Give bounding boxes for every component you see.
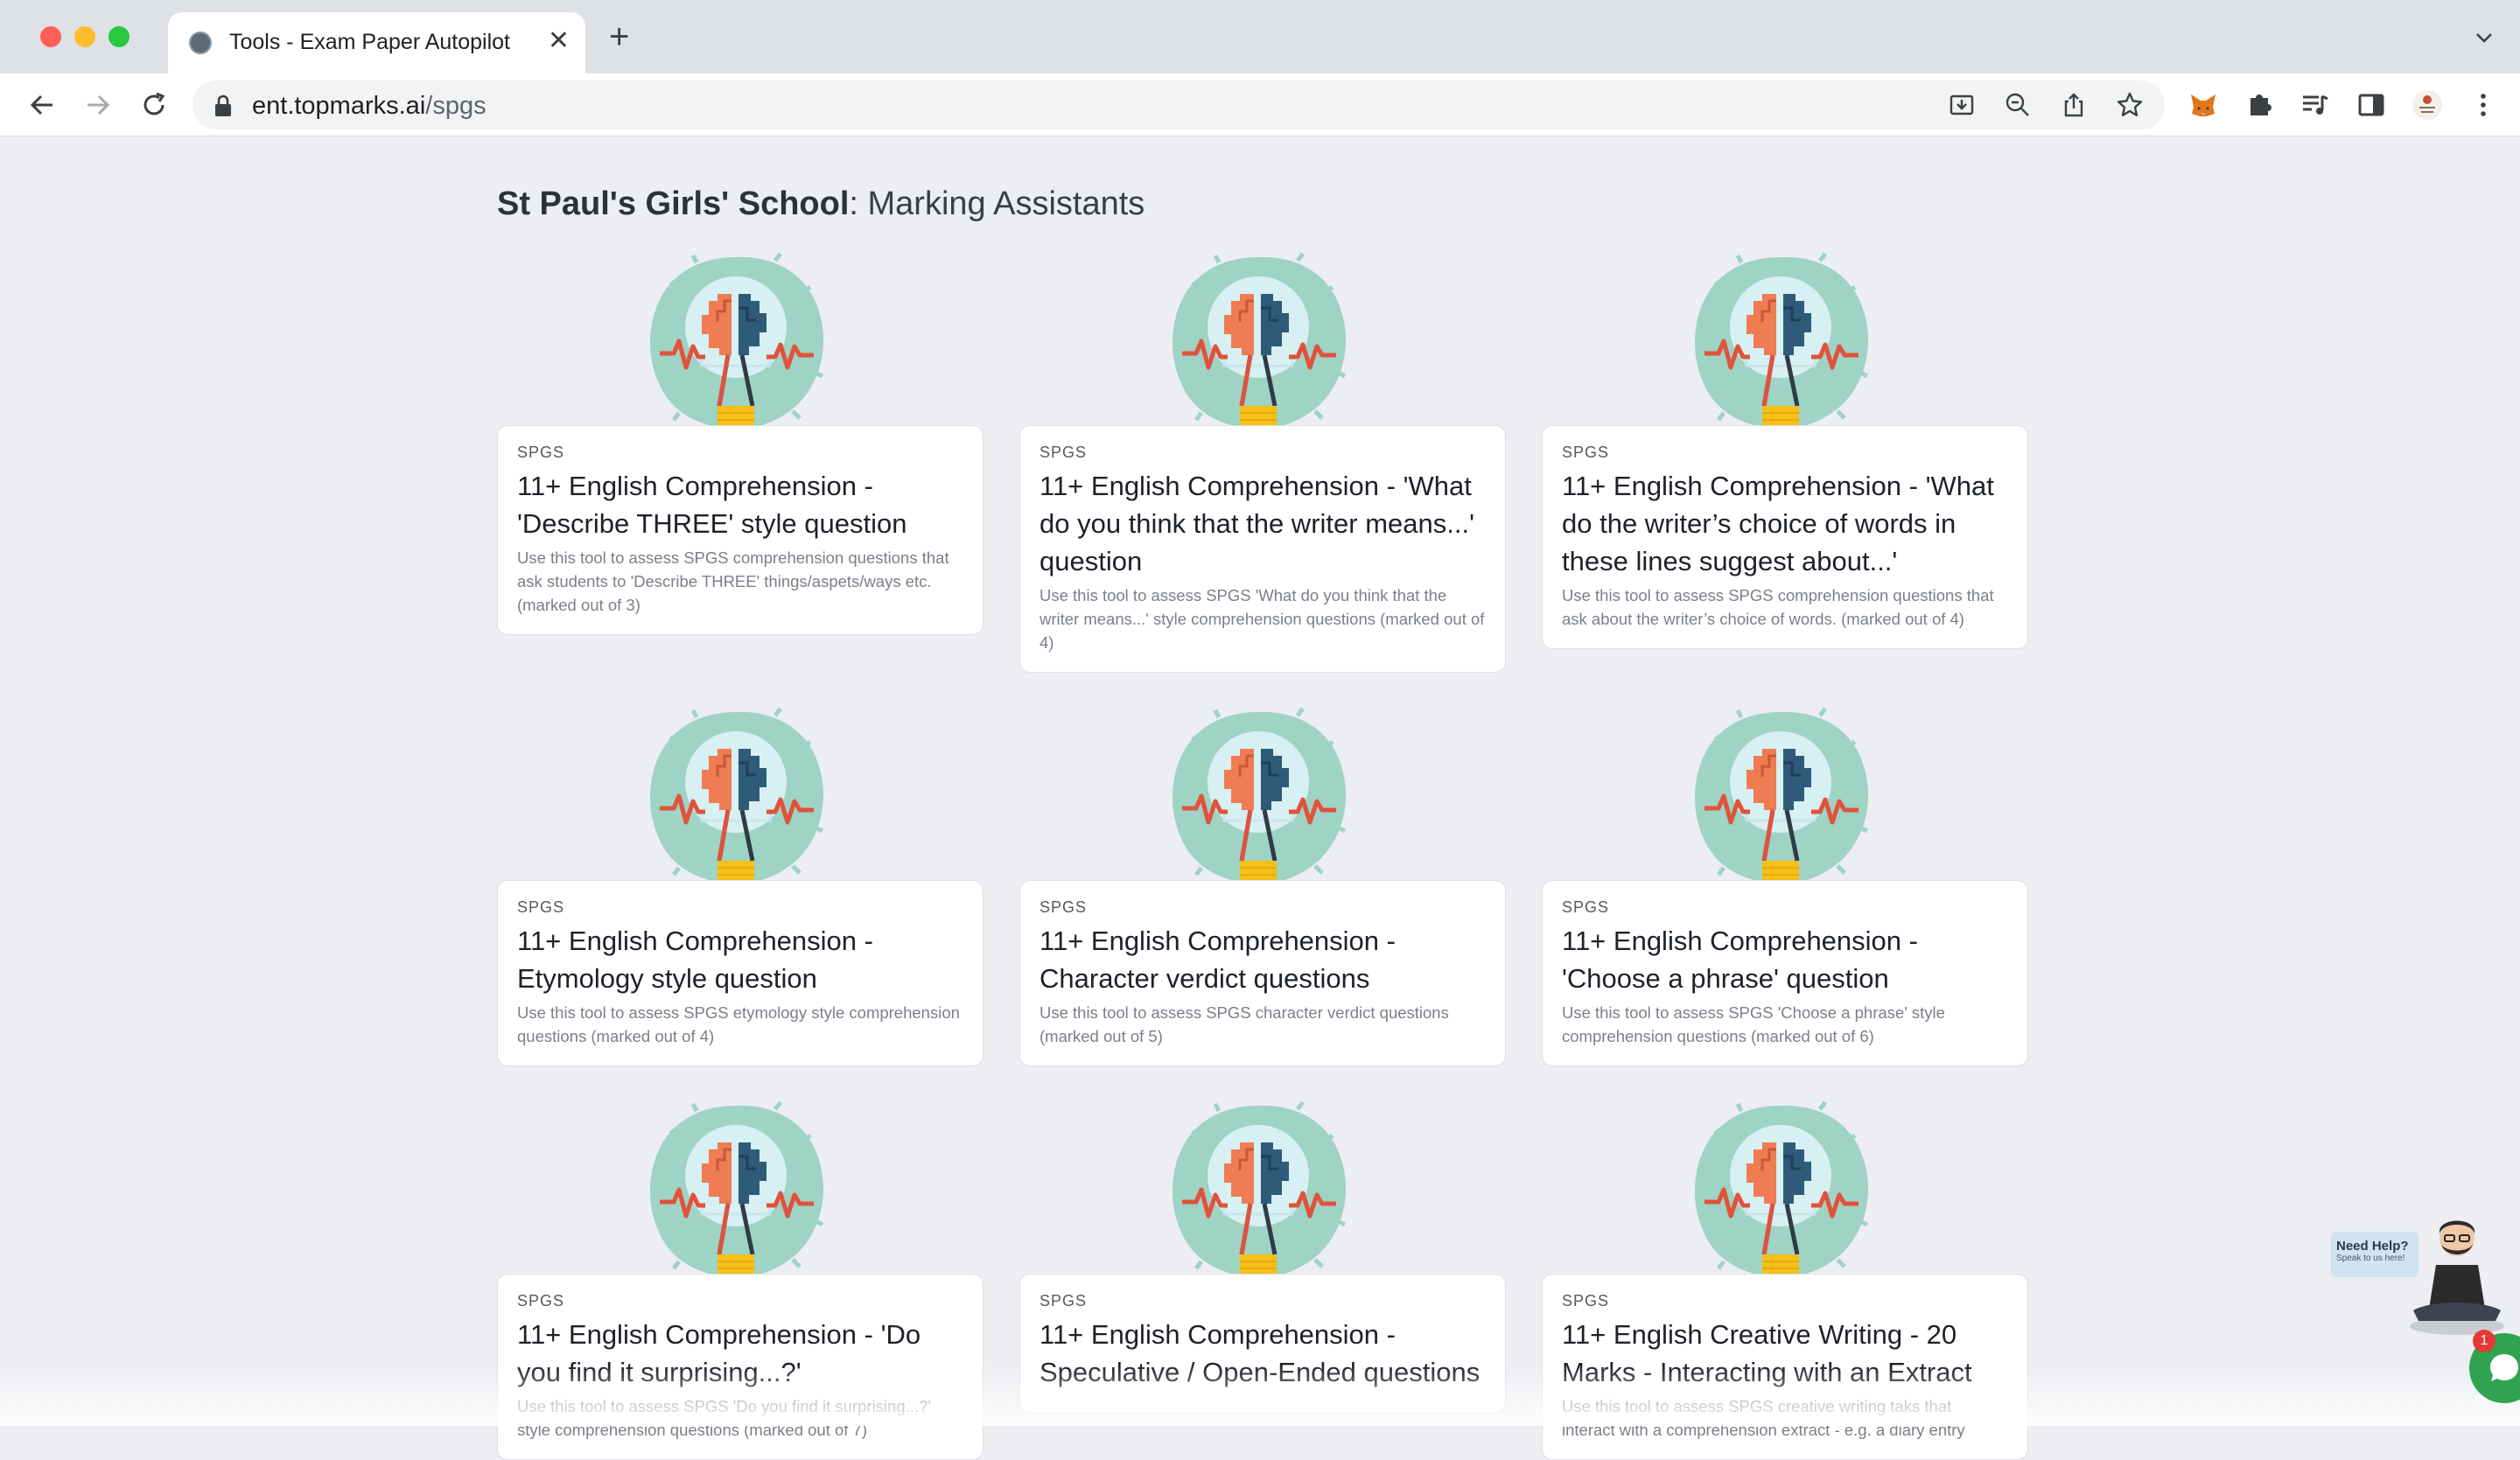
card-tag: SPGS xyxy=(1562,444,1610,461)
card-description: Use this tool to assess SPGS 'What do yo… xyxy=(1040,586,1485,652)
brain-lightbulb-icon xyxy=(1689,705,1872,889)
help-title: Need Help? xyxy=(2336,1239,2409,1254)
brain-lightbulb-icon xyxy=(1166,705,1350,889)
assistant-card[interactable]: SPGS 11+ English Comprehension - Charact… xyxy=(1019,880,1506,1066)
page-title: St Paul's Girls' School: Marking Assista… xyxy=(497,185,1144,223)
assistant-card[interactable]: SPGS 11+ English Comprehension - 'What d… xyxy=(1019,425,1506,673)
card-tag: SPGS xyxy=(517,898,565,916)
card-title[interactable]: 11+ English Comprehension - 'What do the… xyxy=(1562,467,2008,580)
card-title[interactable]: 11+ English Comprehension - 'What do you… xyxy=(1040,467,1486,580)
assistant-card[interactable]: SPGS 11+ English Comprehension - 'Choose… xyxy=(1542,880,2028,1066)
bottom-fade xyxy=(0,1365,2520,1426)
url-domain: ent.topmarks.ai xyxy=(252,92,426,120)
card-tag: SPGS xyxy=(1562,898,1610,916)
url-path: /spgs xyxy=(425,92,486,120)
page-title-suffix: : Marking Assistants xyxy=(849,185,1145,222)
brain-lightbulb-icon xyxy=(1166,1099,1350,1282)
card-description: Use this tool to assess SPGS 'Choose a p… xyxy=(1562,1003,1945,1045)
bookmark-star-icon[interactable] xyxy=(2116,91,2144,119)
card-tag: SPGS xyxy=(517,1292,565,1310)
brain-lightbulb-icon xyxy=(644,705,828,889)
card-description: Use this tool to assess SPGS etymology s… xyxy=(517,1003,960,1045)
assistant-card[interactable]: SPGS 11+ English Comprehension - Etymolo… xyxy=(497,880,984,1066)
card-title[interactable]: 11+ English Comprehension - 'Describe TH… xyxy=(517,467,963,542)
school-name: St Paul's Girls' School xyxy=(497,185,850,222)
lock-icon[interactable] xyxy=(214,94,233,117)
maximize-window-button[interactable] xyxy=(108,26,130,47)
reload-icon[interactable] xyxy=(138,89,170,121)
page-content: St Paul's Girls' School: Marking Assista… xyxy=(0,136,2520,1460)
chat-icon xyxy=(2490,1354,2518,1381)
card-tag: SPGS xyxy=(1040,444,1088,461)
profile-avatar-icon[interactable] xyxy=(2412,89,2443,121)
new-tab-button[interactable]: + xyxy=(609,19,629,54)
active-tab[interactable]: Tools - Exam Paper Autopilot ✕ xyxy=(168,12,585,73)
zoom-icon[interactable] xyxy=(2004,91,2032,119)
card-description: Use this tool to assess SPGS comprehensi… xyxy=(517,548,949,614)
assistant-card[interactable]: SPGS 11+ English Comprehension - 'Descri… xyxy=(497,425,984,635)
url-text[interactable]: ent.topmarks.ai/spgs xyxy=(252,92,486,121)
address-bar[interactable]: ent.topmarks.ai/spgs xyxy=(192,80,2165,129)
minimize-window-button[interactable] xyxy=(74,26,95,47)
unread-badge: 1 xyxy=(2473,1330,2496,1352)
brain-lightbulb-icon xyxy=(1689,1099,1872,1282)
card-tag: SPGS xyxy=(517,444,565,461)
brain-lightbulb-icon xyxy=(1689,250,1872,434)
support-agent-avatar[interactable] xyxy=(2404,1212,2510,1335)
tab-strip: Tools - Exam Paper Autopilot ✕ + xyxy=(0,0,2520,73)
tab-search-chevron-icon[interactable] xyxy=(2473,26,2496,49)
tab-title: Tools - Exam Paper Autopilot xyxy=(229,30,510,54)
card-tag: SPGS xyxy=(1562,1292,1610,1310)
browser-toolbar: ent.topmarks.ai/spgs xyxy=(0,73,2520,136)
card-title[interactable]: 11+ English Comprehension - 'Choose a ph… xyxy=(1562,922,2008,997)
brain-lightbulb-icon xyxy=(1166,250,1350,434)
share-icon[interactable] xyxy=(2060,91,2088,119)
close-window-button[interactable] xyxy=(40,26,61,47)
site-favicon-icon xyxy=(189,31,212,54)
brain-lightbulb-icon xyxy=(644,1099,828,1282)
extensions-puzzle-icon[interactable] xyxy=(2244,89,2275,121)
card-description: Use this tool to assess SPGS character v… xyxy=(1040,1003,1449,1045)
help-subtitle: Speak to us here! xyxy=(2336,1254,2405,1263)
brain-lightbulb-icon xyxy=(644,250,828,434)
card-title[interactable]: 11+ English Comprehension - Etymology st… xyxy=(517,922,963,997)
assistant-card[interactable]: SPGS 11+ English Comprehension - 'What d… xyxy=(1542,425,2028,649)
install-icon[interactable] xyxy=(1948,91,1976,119)
card-title[interactable]: 11+ English Comprehension - Character ve… xyxy=(1040,922,1486,997)
card-tag: SPGS xyxy=(1040,898,1088,916)
side-panel-icon[interactable] xyxy=(2356,89,2387,121)
reading-list-icon[interactable] xyxy=(2300,89,2331,121)
forward-icon[interactable] xyxy=(82,89,114,121)
close-tab-button[interactable]: ✕ xyxy=(548,26,570,56)
metamask-fox-icon[interactable] xyxy=(2188,89,2219,121)
card-tag: SPGS xyxy=(1040,1292,1088,1310)
card-description: Use this tool to assess SPGS comprehensi… xyxy=(1562,586,1994,628)
back-icon[interactable] xyxy=(26,89,58,121)
kebab-menu-icon[interactable] xyxy=(2468,89,2499,121)
